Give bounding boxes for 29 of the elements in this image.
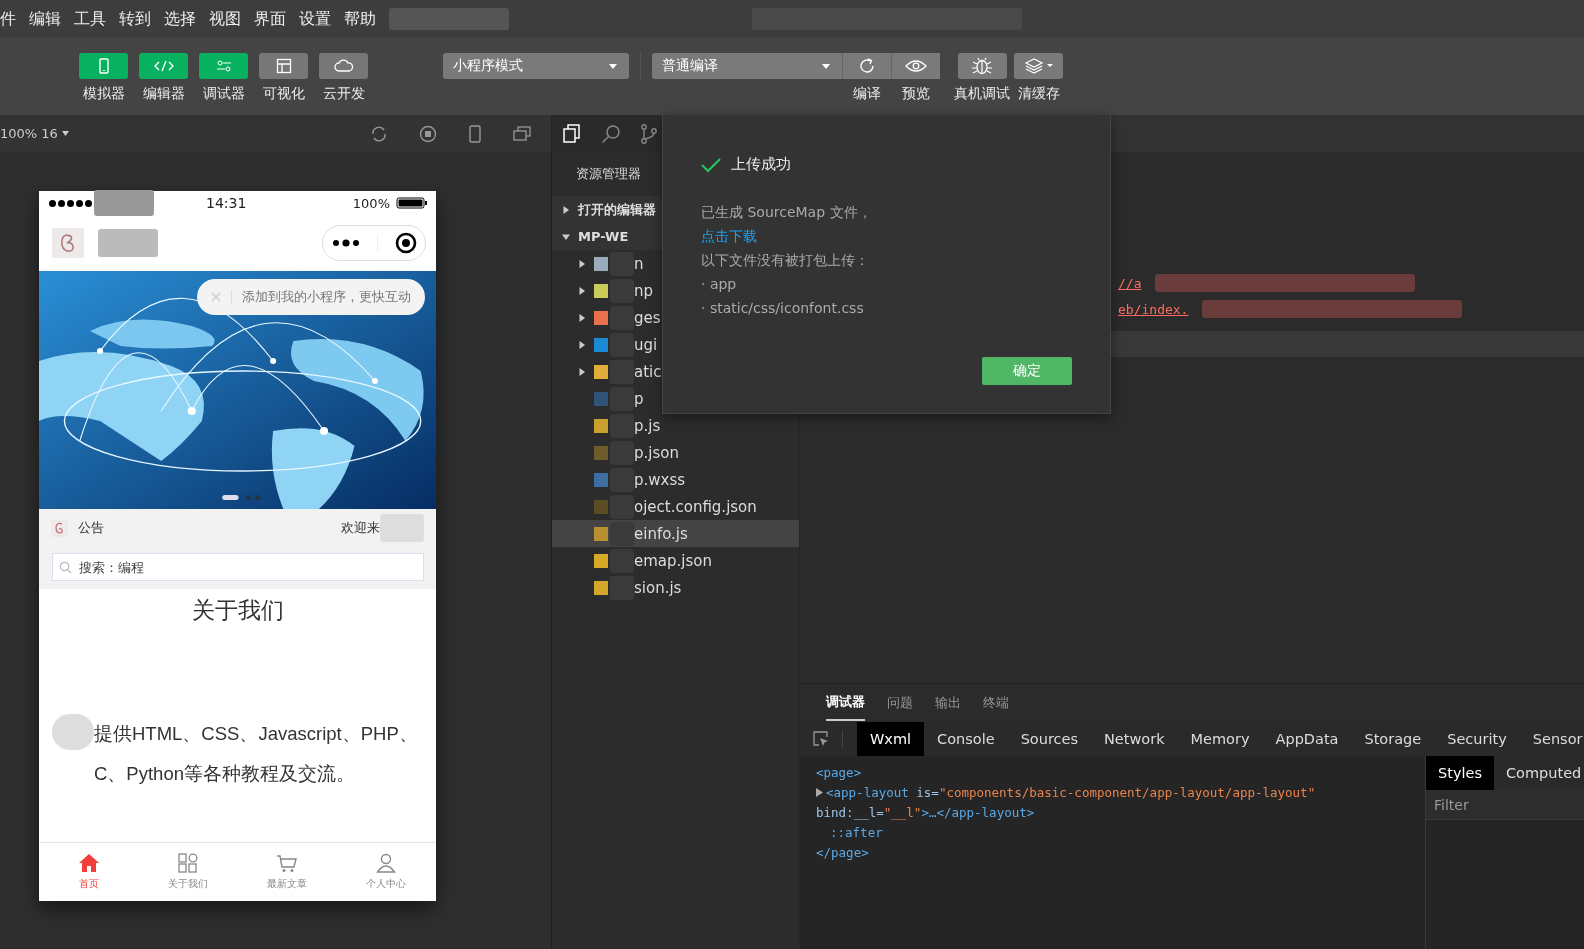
code-text: //a bbox=[1118, 275, 1142, 291]
toolbar-label: 调试器 bbox=[202, 85, 245, 103]
toolbar-label: 模拟器 bbox=[82, 85, 125, 103]
code-text: eb/index. bbox=[1118, 301, 1189, 317]
markup-line: <app-layout is="components/basic-component/app-layout/app-layout" bbox=[826, 784, 1316, 800]
page-heading: 关于我们 bbox=[191, 596, 285, 625]
tooltip-text: 添加到我的小程序，更快互动 bbox=[242, 288, 411, 306]
dialog-message: 已生成 SourceMap 文件， bbox=[701, 203, 873, 222]
intro-paragraph: 提供HTML、CSS、Javascript、PHP、C、Python等各种教程及交流。 bbox=[94, 722, 419, 786]
status-time: 14:31 bbox=[206, 195, 247, 211]
battery-level: 100% bbox=[352, 195, 390, 211]
explorer-title: 资源管理器 bbox=[576, 165, 641, 183]
excluded-file: · static/css/iconfont.css bbox=[701, 299, 865, 318]
notice-label: 公告 bbox=[78, 519, 104, 537]
toolbar-label: 编辑器 bbox=[142, 85, 185, 103]
toolbar-label: 清缓存 bbox=[1017, 85, 1060, 103]
dialog-title: 上传成功 bbox=[731, 155, 791, 174]
toolbar-label: 云开发 bbox=[322, 85, 365, 103]
markup-line: <page> bbox=[816, 764, 862, 780]
toolbar-label: 真机调试 bbox=[954, 85, 1010, 103]
toolbar-label: 预览 bbox=[901, 85, 930, 103]
dialog-note: 以下文件没有被打包上传： bbox=[701, 251, 870, 270]
notice-text: 欢迎来 bbox=[341, 519, 380, 537]
toolbar-label: 编译 bbox=[852, 85, 881, 103]
toolbar-label: 可视化 bbox=[262, 85, 305, 103]
markup-line: </page> bbox=[816, 844, 869, 860]
markup-line: bind:__l="__l">…</app-layout> bbox=[816, 804, 1035, 820]
markup-line: ::after bbox=[830, 824, 883, 840]
excluded-file: · app bbox=[701, 275, 738, 294]
